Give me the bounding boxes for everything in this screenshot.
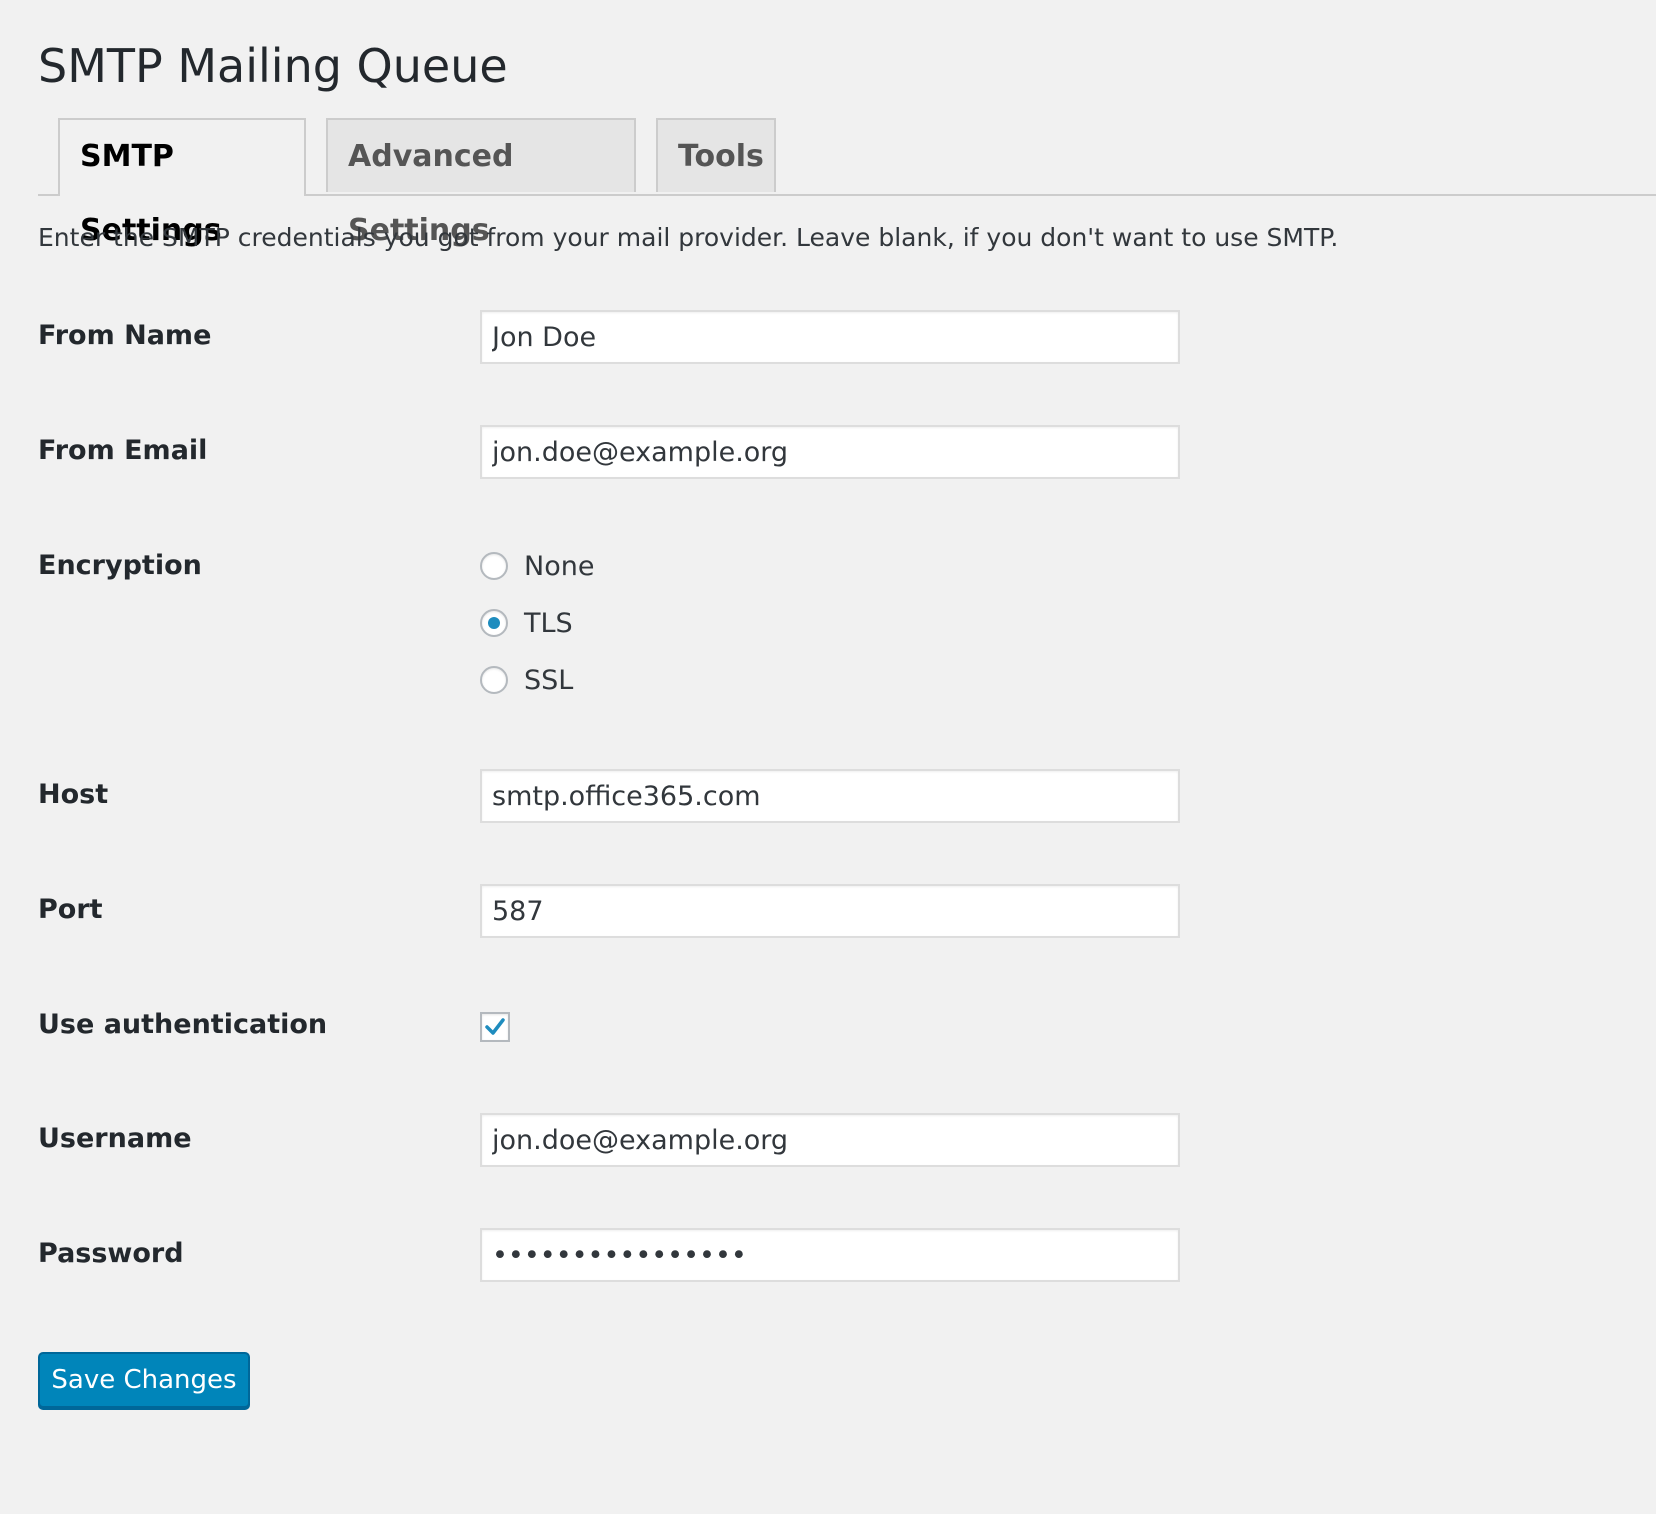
port-input[interactable] — [480, 884, 1180, 938]
intro-text: Enter the SMTP credentials you got from … — [38, 223, 1339, 252]
radio-none-circle[interactable] — [480, 552, 508, 580]
port-label: Port — [38, 894, 103, 925]
radio-tls-circle[interactable] — [480, 609, 508, 637]
username-input[interactable] — [480, 1113, 1180, 1167]
radio-tls-label: TLS — [524, 607, 573, 639]
from-name-input[interactable] — [480, 310, 1180, 364]
checkmark-icon — [485, 1018, 505, 1035]
use-auth-label: Use authentication — [38, 1009, 328, 1040]
tab-bar: SMTP Settings Advanced Settings Tools — [38, 118, 1656, 248]
radio-ssl-label: SSL — [524, 664, 574, 696]
page-title: SMTP Mailing Queue — [38, 39, 508, 93]
tab-tools[interactable]: Tools — [656, 118, 776, 192]
username-label: Username — [38, 1123, 192, 1154]
encryption-option-ssl[interactable]: SSL — [480, 662, 573, 698]
password-label: Password — [38, 1238, 184, 1269]
encryption-label: Encryption — [38, 550, 202, 581]
password-input[interactable] — [480, 1228, 1180, 1282]
radio-none-label: None — [524, 550, 595, 582]
encryption-option-none[interactable]: None — [480, 548, 594, 584]
tab-advanced-settings[interactable]: Advanced Settings — [326, 118, 636, 248]
encryption-option-tls[interactable]: TLS — [480, 605, 573, 641]
use-auth-checkbox[interactable] — [480, 1012, 510, 1042]
host-label: Host — [38, 779, 109, 810]
host-input[interactable] — [480, 769, 1180, 823]
from-name-label: From Name — [38, 320, 212, 351]
save-changes-button[interactable]: Save Changes — [38, 1352, 250, 1408]
from-email-input[interactable] — [480, 425, 1180, 479]
from-email-label: From Email — [38, 435, 208, 466]
tab-smtp-settings[interactable]: SMTP Settings — [58, 118, 306, 248]
radio-ssl-circle[interactable] — [480, 666, 508, 694]
